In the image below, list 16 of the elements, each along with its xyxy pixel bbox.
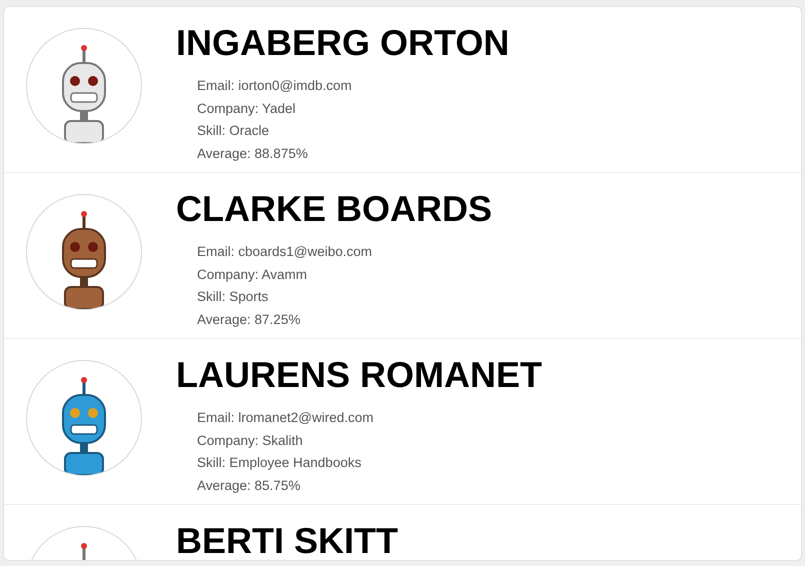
student-name: CLARKE BOARDS [176,187,492,231]
student-name: BERTI SKITT [176,519,398,560]
student-detail: Average: 85.75% [197,476,302,495]
student-detail: Email: cboards1@weibo.com [197,243,374,261]
student-detail: Company: Yadel [197,100,297,118]
student-detail: Email: lromanet2@wired.com [197,409,375,427]
student-detail: Average: 87.25% [197,310,302,329]
student-detail: Company: Skalith [197,432,304,450]
student-name: LAURENS ROMANET [176,353,542,397]
student-detail: Email: iorton0@imdb.com [197,77,353,95]
student-name: INGABERG ORTON [176,21,510,65]
student-detail: Skill: Employee Handbooks [197,454,362,472]
student-detail: Company: Avamm [197,266,308,284]
student-detail: Skill: Oracle [197,122,270,140]
student-detail: Skill: Sports [197,288,270,306]
student-detail: Average: 88.875% [197,144,309,163]
